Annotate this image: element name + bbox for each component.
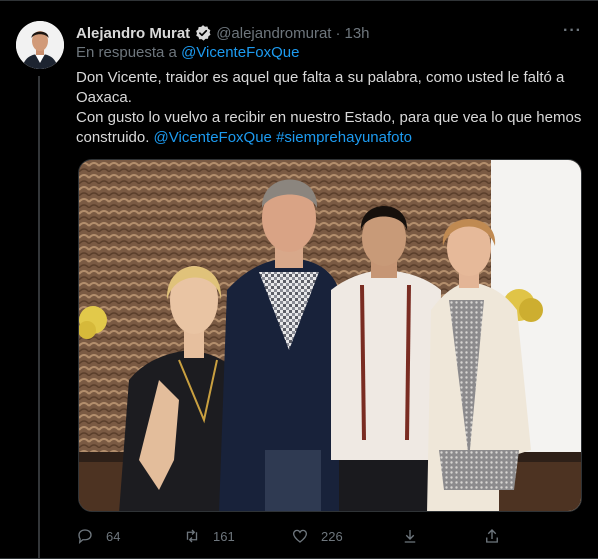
share-button[interactable] (483, 525, 501, 547)
photo-image (79, 160, 581, 511)
author-name[interactable]: Alejandro Murat (76, 25, 190, 42)
more-options-icon[interactable]: ··· (563, 22, 582, 40)
tweet[interactable]: Alejandro Murat @alejandromurat · 13h ··… (0, 0, 598, 559)
reply-context: En respuesta a @VicenteFoxQue (76, 44, 299, 61)
tweet-photo[interactable] (78, 159, 582, 512)
share-icon (486, 529, 498, 543)
author-handle[interactable]: @alejandromurat (216, 25, 331, 42)
retweet-button[interactable]: 161 (183, 525, 235, 547)
reply-prefix: En respuesta a (76, 44, 182, 61)
hashtag-link[interactable]: #siemprehayunafoto (276, 129, 412, 146)
avatar-photo (16, 21, 64, 69)
text-mention-link[interactable]: @VicenteFoxQue (154, 129, 272, 146)
reply-button[interactable]: 64 (76, 525, 120, 547)
tweet-header: Alejandro Murat @alejandromurat · 13h (76, 22, 582, 44)
retweet-icon (186, 529, 198, 543)
action-bar: 64 161 226 (76, 525, 516, 547)
reply-mention-link[interactable]: @VicenteFoxQue (181, 44, 299, 61)
like-icon (292, 529, 308, 543)
bookmark-icon (404, 530, 416, 543)
retweet-count: 161 (213, 528, 235, 544)
separator-dot: · (335, 24, 341, 42)
like-count: 226 (321, 528, 343, 544)
tweet-text-line2: Con gusto lo vuelvo a recibir en nuestro… (76, 108, 586, 148)
bookmark-button[interactable] (401, 525, 419, 547)
reply-icon (78, 529, 92, 545)
thread-line (38, 76, 40, 559)
tweet-text-line1: Don Vicente, traidor es aquel que falta … (76, 69, 565, 106)
avatar[interactable] (16, 21, 64, 69)
reply-count: 64 (106, 528, 121, 544)
verified-badge-icon (194, 24, 212, 42)
tweet-text: Don Vicente, traidor es aquel que falta … (76, 68, 586, 148)
like-button[interactable]: 226 (291, 525, 343, 547)
timestamp[interactable]: 13h (344, 25, 369, 42)
